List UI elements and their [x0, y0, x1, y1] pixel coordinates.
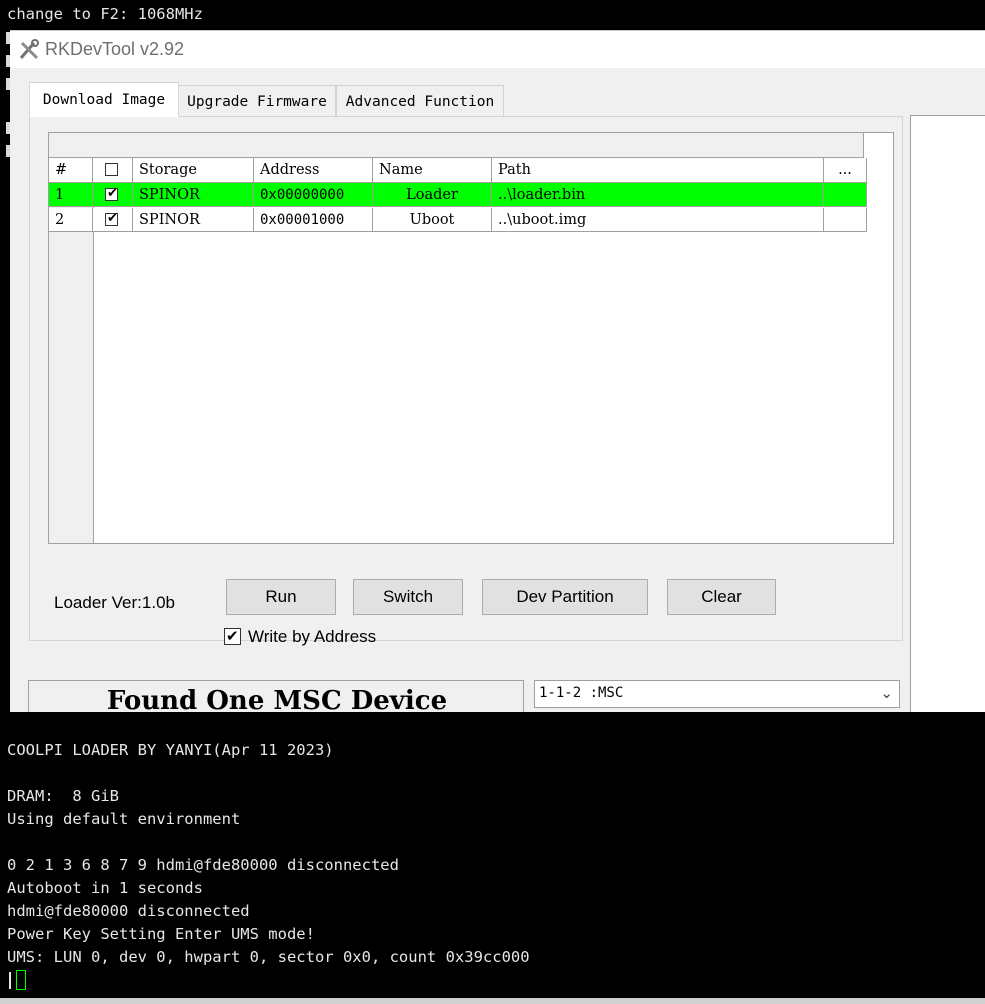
row-header-column	[49, 183, 94, 543]
row-checkbox-cell[interactable]: ✔	[93, 208, 133, 232]
write-by-address-label[interactable]: Write by Address	[248, 627, 376, 647]
run-button[interactable]: Run	[226, 579, 336, 615]
row-address[interactable]: 0x00000000	[254, 183, 373, 207]
image-table[interactable]: # Storage Address Name Path ... 1 ✔ SPIN…	[48, 132, 894, 544]
window-title: RKDevTool v2.92	[45, 39, 185, 59]
row-name[interactable]: Uboot	[373, 208, 492, 232]
terminal-output[interactable]: COOLPI LOADER BY YANYI(Apr 11 2023) DRAM…	[0, 712, 985, 1004]
table-top-bar	[49, 133, 864, 158]
row-checkbox[interactable]: ✔	[105, 186, 118, 201]
column-header-more[interactable]: ...	[824, 158, 867, 182]
column-header-index[interactable]: #	[49, 158, 93, 182]
row-name[interactable]: Loader	[373, 183, 492, 207]
text-caret	[9, 972, 11, 989]
row-checkbox[interactable]: ✔	[105, 211, 118, 226]
tab-download-image[interactable]: Download Image	[29, 82, 179, 117]
device-select-value: 1-1-2 :MSC	[539, 685, 624, 701]
terminal-line: DRAM: 8 GiB	[7, 787, 119, 805]
window-bottom-edge	[0, 998, 985, 1004]
terminal-line: COOLPI LOADER BY YANYI(Apr 11 2023)	[7, 741, 334, 759]
column-header-address[interactable]: Address	[254, 158, 373, 182]
terminal-line: Autoboot in 1 seconds	[7, 879, 203, 897]
row-browse-button[interactable]	[824, 183, 867, 207]
checkmark-icon: ✔	[107, 186, 118, 201]
window-client-area: Download Image Upgrade Firmware Advanced…	[10, 69, 985, 726]
chevron-down-icon[interactable]: ⌄	[880, 684, 893, 702]
row-storage[interactable]: SPINOR	[133, 208, 254, 232]
row-checkbox-cell[interactable]: ✔	[93, 183, 133, 207]
row-path[interactable]: ..\uboot.img	[492, 208, 824, 232]
device-select[interactable]: 1-1-2 :MSC ⌄	[534, 680, 900, 708]
column-header-select-all[interactable]	[93, 158, 133, 182]
row-index: 1	[49, 183, 93, 207]
row-index: 2	[49, 208, 93, 232]
row-path[interactable]: ..\loader.bin	[492, 183, 824, 207]
title-bar[interactable]: RKDevTool v2.92	[10, 31, 985, 68]
tab-advanced-function[interactable]: Advanced Function	[336, 85, 504, 116]
column-header-name[interactable]: Name	[373, 158, 492, 182]
table-row[interactable]: 1 ✔ SPINOR 0x00000000 Loader ..\loader.b…	[49, 183, 867, 207]
column-header-storage[interactable]: Storage	[133, 158, 254, 182]
rkdevtool-window: RKDevTool v2.92 Download Image Upgrade F…	[10, 30, 985, 726]
loader-version-label: Loader Ver:1.0b	[54, 593, 175, 612]
terminal-cursor	[16, 970, 26, 990]
tab-upgrade-firmware[interactable]: Upgrade Firmware	[178, 85, 336, 116]
row-storage[interactable]: SPINOR	[133, 183, 254, 207]
dev-partition-button[interactable]: Dev Partition	[482, 579, 648, 615]
terminal-line: 0 2 1 3 6 8 7 9 hdmi@fde80000 disconnect…	[7, 856, 399, 874]
select-all-checkbox[interactable]	[105, 163, 118, 176]
terminal-line: Power Key Setting Enter UMS mode!	[7, 925, 315, 943]
terminal-left-strip	[0, 30, 10, 710]
write-by-address-checkbox[interactable]: ✔	[224, 628, 241, 645]
row-browse-button[interactable]	[824, 208, 867, 232]
checkmark-icon: ✔	[226, 627, 239, 645]
table-row[interactable]: 2 ✔ SPINOR 0x00001000 Uboot ..\uboot.img	[49, 208, 867, 232]
terminal-output-line: change to F2: 1068MHz	[7, 5, 203, 23]
row-address[interactable]: 0x00001000	[254, 208, 373, 232]
terminal-line: Using default environment	[7, 810, 241, 828]
clear-button[interactable]: Clear	[667, 579, 776, 615]
terminal-line: UMS: LUN 0, dev 0, hwpart 0, sector 0x0,…	[7, 948, 530, 966]
table-header: # Storage Address Name Path ...	[49, 158, 867, 183]
switch-button[interactable]: Switch	[353, 579, 463, 615]
tools-icon	[19, 39, 39, 60]
terminal-line: hdmi@fde80000 disconnected	[7, 902, 250, 920]
checkmark-icon: ✔	[107, 211, 118, 226]
log-pane[interactable]	[910, 115, 985, 726]
column-header-path[interactable]: Path	[492, 158, 824, 182]
